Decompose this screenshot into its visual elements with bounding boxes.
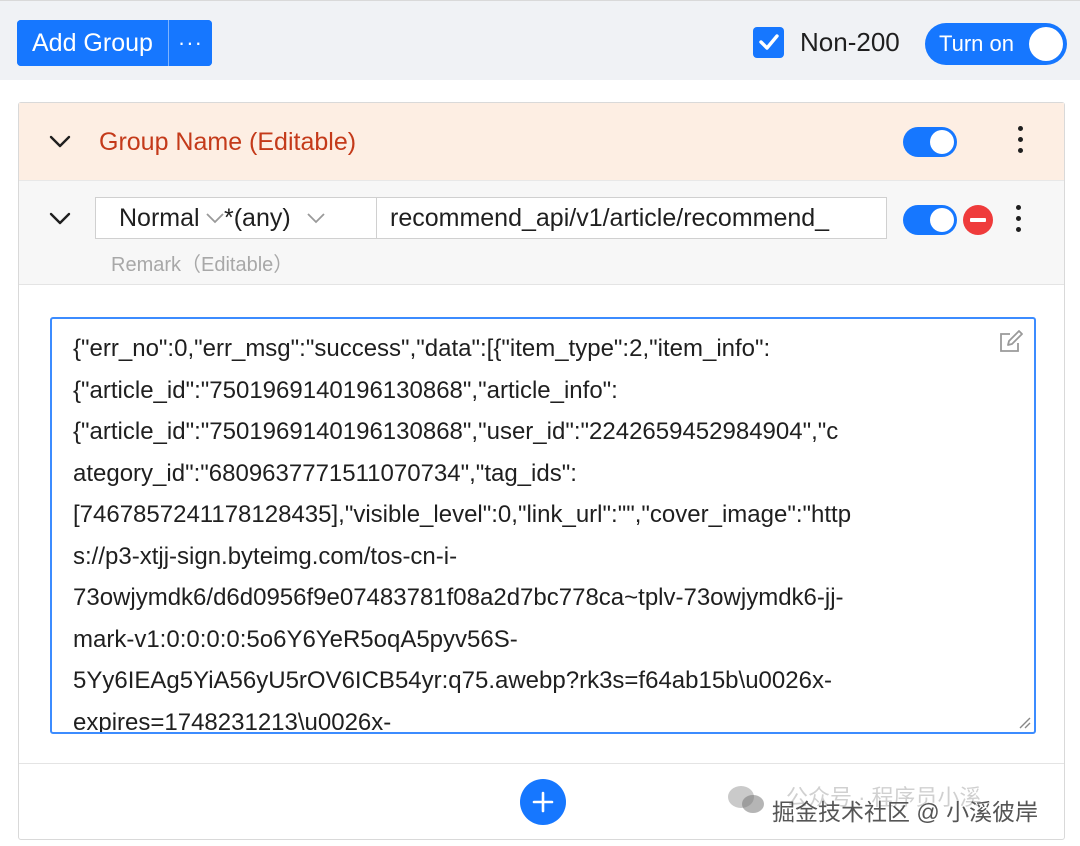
method-select[interactable]: Normal — [96, 198, 224, 238]
response-line: {"article_id":"7501969140196130868","use… — [73, 418, 839, 445]
resize-grip-icon[interactable] — [1017, 715, 1031, 729]
rule-row: Normal *(any) recommend_api/v1/article/r… — [19, 181, 1064, 285]
toggle-knob — [930, 130, 954, 154]
response-line: mark-v1:0:0:0:0:5o6Y6YeR5oqA5pyv56S- — [73, 625, 518, 653]
checkmark-icon — [758, 34, 779, 50]
response-body-textarea[interactable]: {"err_no":0,"err_msg":"success","data":[… — [50, 317, 1036, 734]
divider — [19, 763, 1064, 764]
plus-icon — [532, 791, 554, 813]
more-options-button[interactable]: ··· — [167, 20, 212, 66]
collapse-rule-chevron-icon[interactable] — [49, 208, 71, 230]
add-group-button-group: Add Group ··· — [17, 20, 212, 66]
wechat-icon — [728, 786, 764, 813]
turn-on-label: Turn on — [939, 31, 1015, 56]
response-line: {"article_id":"7501969140196130868","art… — [73, 376, 618, 404]
response-line: [7467857241178128435],"visible_level":0,… — [73, 501, 852, 528]
watermark-logo — [726, 784, 766, 816]
response-line: s://p3-xtjj-sign.byteimg.com/tos-cn-i- — [73, 542, 458, 570]
non200-checkbox[interactable] — [753, 26, 784, 58]
add-rule-button[interactable] — [520, 779, 566, 825]
url-pattern-input[interactable]: recommend_api/v1/article/recommend_ — [377, 198, 886, 238]
method-value: Normal — [119, 203, 200, 232]
group-header: Group Name (Editable) — [19, 103, 1064, 181]
turn-on-toggle[interactable]: Turn on — [925, 23, 1067, 65]
rule-remark-editable[interactable]: Remark（Editable） — [111, 248, 293, 277]
edit-icon[interactable] — [998, 329, 1024, 355]
delete-rule-icon[interactable] — [963, 205, 993, 235]
watermark-line2: 掘金技术社区 @ 小溪彼岸 — [772, 799, 1039, 825]
match-value: *(any) — [224, 203, 291, 232]
rule-input-group: Normal *(any) recommend_api/v1/article/r… — [95, 197, 887, 239]
collapse-group-chevron-icon[interactable] — [49, 131, 71, 153]
toggle-knob — [1029, 27, 1063, 61]
response-body-text: {"err_no":0,"err_msg":"success","data":[… — [73, 328, 1013, 734]
chevron-down-icon — [307, 212, 325, 224]
response-line: ategory_id":"6809637771511070734","tag_i… — [73, 459, 577, 487]
group-name-editable[interactable]: Group Name (Editable) — [99, 128, 356, 157]
chevron-down-icon — [205, 212, 224, 224]
group-more-icon[interactable] — [1015, 126, 1025, 153]
toolbar: Add Group ··· Non-200 Turn on — [0, 0, 1080, 80]
match-select[interactable]: *(any) — [224, 198, 377, 238]
response-line: expires=1748231213\u0026x- — [73, 708, 392, 734]
rule-enable-toggle[interactable] — [903, 205, 957, 235]
response-line: 73owjymdk6/d6d0956f9e07483781f08a2d7bc77… — [73, 584, 844, 611]
response-line: {"err_no":0,"err_msg":"success","data":[… — [73, 335, 771, 362]
add-group-button[interactable]: Add Group — [17, 20, 168, 66]
group-enable-toggle[interactable] — [903, 127, 957, 157]
non200-label: Non-200 — [800, 26, 900, 57]
response-line: 5Yy6IEAg5YiA56yU5rOV6ICB54yr:q75.awebp?r… — [73, 667, 832, 694]
toggle-knob — [930, 208, 954, 232]
non200-option: Non-200 — [753, 25, 900, 59]
group-panel: Group Name (Editable) Normal *(any) reco… — [18, 102, 1065, 840]
rule-more-icon[interactable] — [1013, 205, 1023, 232]
